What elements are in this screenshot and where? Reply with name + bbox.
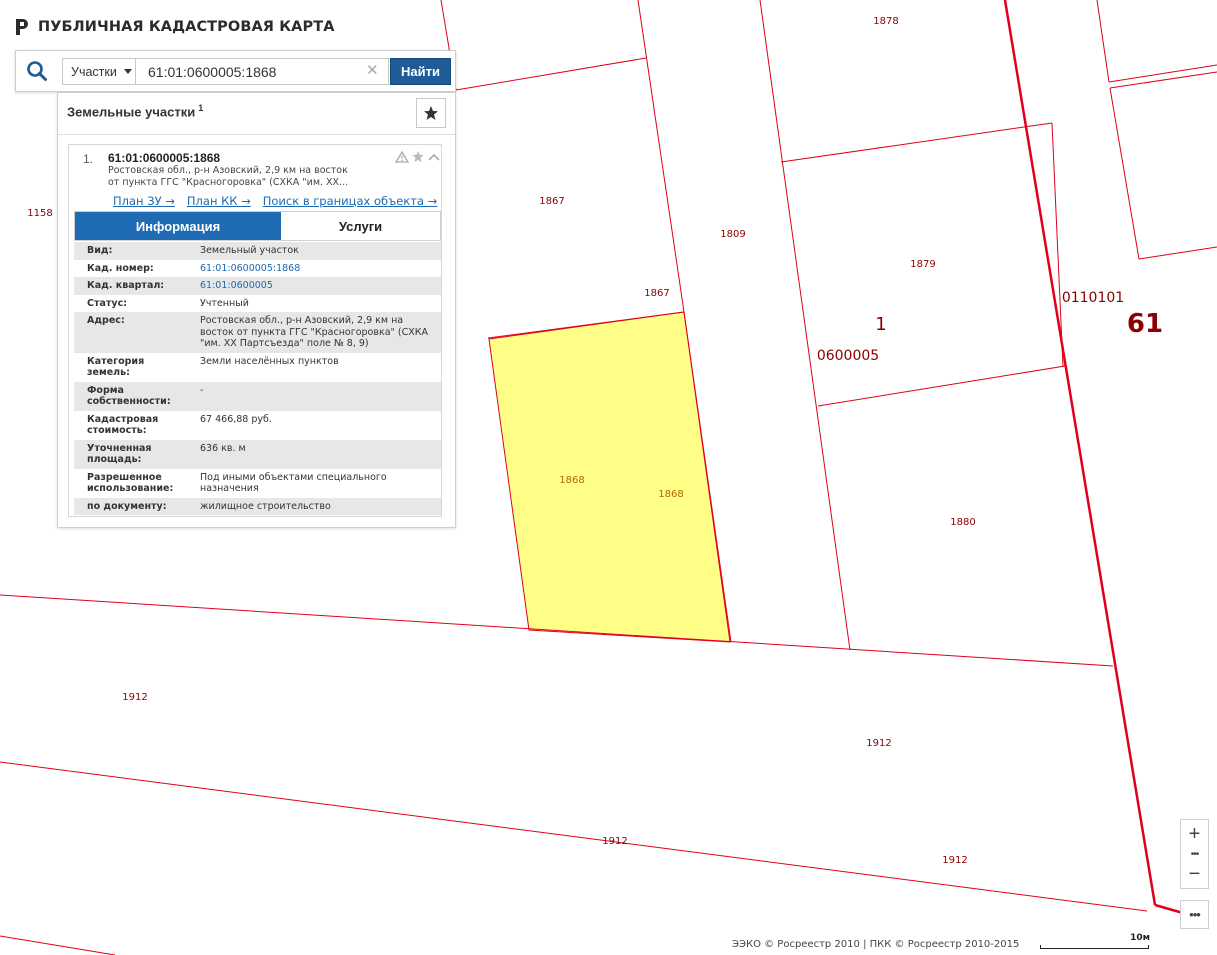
- parcel-label: 1912: [942, 855, 967, 866]
- parcel-label: 1809: [720, 229, 745, 240]
- tab-services[interactable]: Услуги: [281, 212, 440, 240]
- plan-kk-link[interactable]: План КК →: [187, 194, 251, 208]
- table-row: Разрешенное использование: Под иными объе…: [74, 469, 441, 498]
- cad-quarter-link[interactable]: 61:01:0600005: [194, 277, 441, 295]
- pkk-logo-icon: [16, 19, 28, 35]
- find-button[interactable]: Найти: [390, 58, 451, 85]
- search-input[interactable]: [136, 58, 389, 85]
- clear-icon[interactable]: ✕: [366, 61, 379, 79]
- table-row: Адрес: Ростовская обл., р-н Азовский, 2,9…: [74, 312, 441, 353]
- table-row: Категория земель: Земли населённых пункто…: [74, 353, 441, 382]
- result-address: Ростовская обл., р-н Азовский, 2,9 км на…: [108, 165, 349, 188]
- table-row: Уточненная площадь: 636 кв. м: [74, 439, 441, 469]
- results-title-text: Земельные участки: [67, 104, 196, 120]
- search-type-label: Участки: [71, 64, 117, 79]
- plan-zu-link[interactable]: План ЗУ →: [113, 194, 175, 208]
- parcel-label: 1880: [950, 517, 975, 528]
- quarter-label: 1: [875, 314, 886, 335]
- scale-label: 10м: [1130, 933, 1150, 943]
- chevron-up-icon[interactable]: [427, 151, 441, 163]
- app-title: ПУБЛИЧНАЯ КАДАСТРОВАЯ КАРТА: [38, 19, 335, 35]
- parcel-label: 1912: [122, 692, 147, 703]
- table-row: Кадастровая стоимость: 67 466,88 руб.: [74, 411, 441, 440]
- results-panel: Земельные участки 1 1. 61:01:0600005:1868…: [57, 92, 456, 528]
- field-label: Категория земель:: [87, 355, 145, 379]
- field-label: Кад. квартал:: [74, 277, 194, 295]
- parcel-label: 1868: [658, 489, 683, 500]
- field-label: по документу:: [74, 497, 194, 515]
- result-cad-number[interactable]: 61:01:0600005:1868: [108, 151, 220, 165]
- field-label: Кадастровая стоимость:: [87, 413, 159, 437]
- field-label: Разрешенное использование:: [87, 471, 174, 495]
- search-bar: Участки ✕ Найти: [15, 50, 456, 92]
- favorites-button[interactable]: [416, 98, 446, 128]
- app-header: ПУБЛИЧНАЯ КАДАСТРОВАЯ КАРТА: [14, 14, 335, 40]
- search-type-select[interactable]: Участки: [62, 58, 136, 85]
- results-title: Земельные участки 1: [67, 103, 203, 119]
- region-label: 61: [1127, 309, 1163, 339]
- parcel-label: 1879: [910, 259, 935, 270]
- zoom-out-button[interactable]: −: [1181, 861, 1208, 887]
- field-label: Статус:: [87, 297, 128, 309]
- star-icon[interactable]: [411, 150, 425, 163]
- field-value: Земельный участок: [194, 242, 441, 260]
- field-value: Учтенный: [200, 297, 249, 309]
- table-row: по документу: жилищное строительство: [74, 497, 441, 515]
- result-actions: [395, 150, 441, 163]
- field-value: 636 кв. м: [194, 439, 441, 469]
- zoom-in-button[interactable]: +: [1181, 821, 1208, 847]
- field-value: жилищное строительство: [194, 497, 441, 515]
- field-label: Уточненная площадь:: [74, 439, 194, 469]
- parcel-label: 1912: [866, 738, 891, 749]
- zoom-slider-handle[interactable]: •••: [1181, 848, 1208, 860]
- table-row: Вид: Земельный участок: [74, 242, 441, 260]
- field-label: Форма собственности:: [74, 381, 194, 411]
- field-label: Вид:: [74, 242, 194, 260]
- parcel-label: 1867: [644, 288, 669, 299]
- scale-bar: 10м: [1040, 933, 1150, 953]
- table-row: Форма собственности: -: [74, 381, 441, 411]
- table-row: Кад. квартал: 61:01:0600005: [74, 277, 441, 295]
- field-value: Земли населённых пунктов: [200, 355, 339, 367]
- table-row: Статус: Учтенный: [74, 295, 441, 313]
- zoom-control: + ••• −: [1180, 819, 1209, 889]
- results-count: 1: [198, 103, 204, 113]
- parcel-label: 1867: [539, 196, 564, 207]
- tab-information[interactable]: Информация: [75, 212, 281, 240]
- info-table: Вид: Земельный участок Кад. номер: 61:01:0…: [74, 242, 441, 515]
- more-options-button[interactable]: •••: [1180, 900, 1209, 929]
- field-label: Кад. номер:: [87, 262, 154, 274]
- field-value: 67 466,88 руб.: [200, 413, 272, 425]
- result-links: План ЗУ → План КК → Поиск в границах объ…: [113, 194, 437, 208]
- field-label: Адрес:: [74, 312, 194, 353]
- search-icon[interactable]: [26, 60, 48, 82]
- scale-line: [1040, 945, 1149, 949]
- parcel-label: 1912: [602, 836, 627, 847]
- star-icon: [424, 106, 438, 120]
- selected-parcel-1868[interactable]: [488, 311, 731, 643]
- field-value: -: [194, 381, 441, 411]
- table-row: Кад. номер: 61:01:0600005:1868: [74, 260, 441, 278]
- field-value: Под иными объектами специального назначе…: [200, 471, 387, 495]
- result-index: 1.: [83, 152, 94, 166]
- divider: [58, 134, 455, 135]
- warning-icon[interactable]: [395, 150, 409, 163]
- quarter-label: 0600005: [817, 348, 879, 364]
- quarter-boundaries: [1003, 0, 1191, 917]
- result-item[interactable]: 1. 61:01:0600005:1868 Ростовская обл., р…: [68, 144, 442, 517]
- chevron-down-icon: [123, 69, 132, 74]
- parcel-label: 1158: [27, 208, 52, 219]
- attribution-text: ЭЭКО © Росреестр 2010 | ПКК © Росреестр …: [732, 939, 1020, 950]
- field-value: Ростовская обл., р-н Азовский, 2,9 км на…: [194, 312, 441, 353]
- result-tabs: Информация Услуги: [74, 211, 441, 241]
- search-in-bounds-link[interactable]: Поиск в границах объекта →: [263, 194, 438, 208]
- parcel-label: 1878: [873, 16, 898, 27]
- quarter-label: 0110101: [1062, 290, 1124, 306]
- parcel-label: 1868: [559, 475, 584, 486]
- cad-number-link[interactable]: 61:01:0600005:1868: [194, 260, 441, 278]
